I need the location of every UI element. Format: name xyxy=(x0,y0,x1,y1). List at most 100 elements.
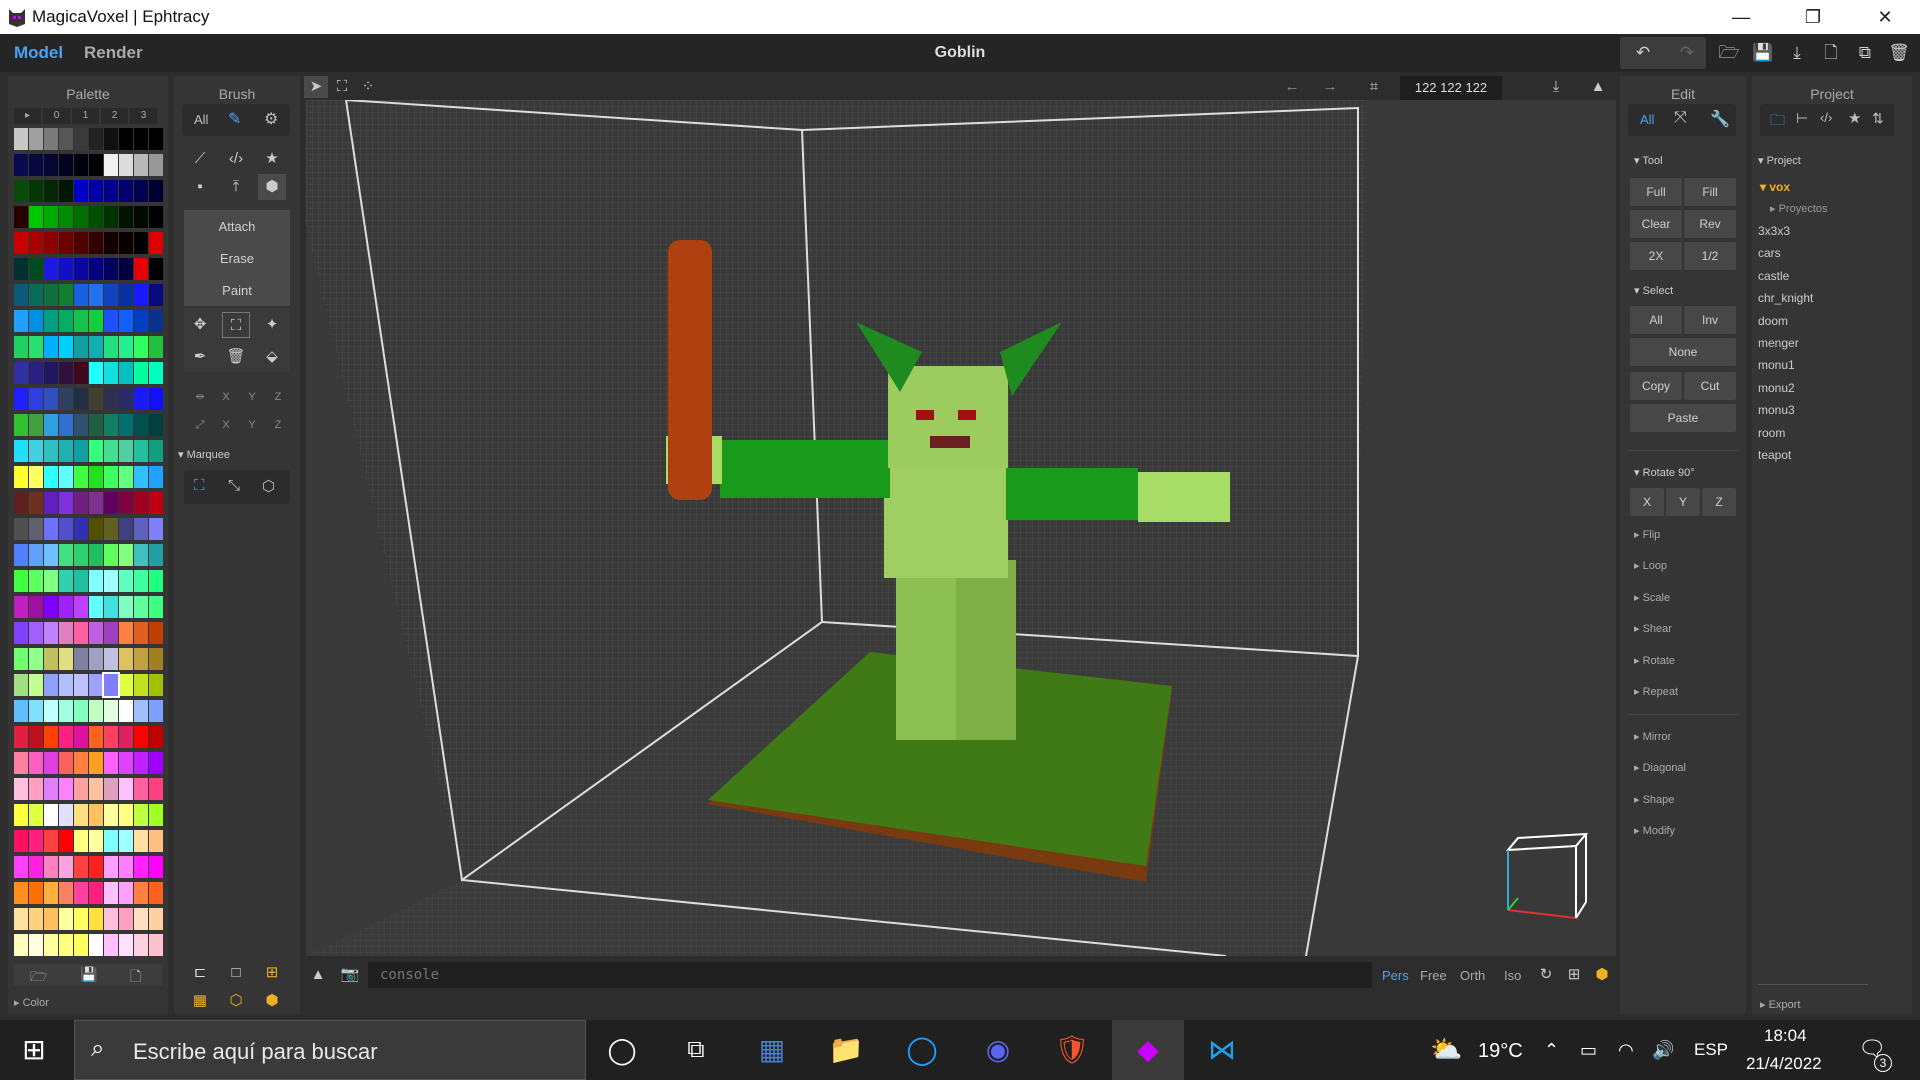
palette-swatch[interactable] xyxy=(104,492,118,514)
palette-swatch[interactable] xyxy=(74,492,88,514)
palette-swatch[interactable] xyxy=(29,180,43,202)
palette-swatch[interactable] xyxy=(134,180,148,202)
half-button[interactable]: 1/2 xyxy=(1684,242,1736,270)
palette-swatch[interactable] xyxy=(119,284,133,306)
palette-swatch[interactable] xyxy=(119,544,133,566)
palette-swatch[interactable] xyxy=(104,700,118,722)
palette-swatch[interactable] xyxy=(14,830,28,852)
palette-swatch[interactable] xyxy=(89,596,103,618)
palette-swatch[interactable] xyxy=(134,752,148,774)
palette-swatch[interactable] xyxy=(134,310,148,332)
double-button[interactable]: 2X xyxy=(1630,242,1682,270)
palette-swatch[interactable] xyxy=(29,466,43,488)
palette-swatch[interactable] xyxy=(149,414,163,436)
palette-swatch[interactable] xyxy=(29,596,43,618)
palette-swatch[interactable] xyxy=(89,388,103,410)
palette-swatch[interactable] xyxy=(44,414,58,436)
palette-swatch[interactable] xyxy=(104,934,118,956)
palette-swatch[interactable] xyxy=(104,440,118,462)
palette-swatch[interactable] xyxy=(14,414,28,436)
palette-swatch[interactable] xyxy=(134,206,148,228)
palette-swatch[interactable] xyxy=(89,206,103,228)
palette-swatch[interactable] xyxy=(14,934,28,956)
frame-select-icon[interactable]: ⛶ xyxy=(330,76,354,98)
palette-swatch[interactable] xyxy=(59,934,73,956)
box-brush-icon[interactable]: ⬢ xyxy=(258,174,286,200)
edit-wrench-icon[interactable]: 🔧 xyxy=(1710,109,1730,129)
palette-swatch[interactable] xyxy=(14,882,28,904)
export-icon[interactable]: ⤓ xyxy=(1784,40,1810,66)
mirror-x[interactable]: X xyxy=(212,384,240,410)
palette-swatch[interactable] xyxy=(59,804,73,826)
palette-swatch[interactable] xyxy=(89,674,103,696)
palette-swatch[interactable] xyxy=(29,232,43,254)
palette-swatch[interactable] xyxy=(149,700,163,722)
rev-button[interactable]: Rev xyxy=(1684,210,1736,238)
palette-swatch[interactable] xyxy=(104,622,118,644)
palette-swatch[interactable] xyxy=(74,752,88,774)
palette-swatch[interactable] xyxy=(29,492,43,514)
grid-toggle-icon[interactable]: ⊞ xyxy=(1560,962,1588,988)
palette-swatch[interactable] xyxy=(14,362,28,384)
palette-swatch[interactable] xyxy=(14,544,28,566)
redo-icon[interactable]: ↷ xyxy=(1674,40,1700,66)
palette-swatch[interactable] xyxy=(74,518,88,540)
palette-swatch[interactable] xyxy=(74,622,88,644)
palette-swatch[interactable] xyxy=(134,518,148,540)
palette-swatch[interactable] xyxy=(44,544,58,566)
palette-swatch[interactable] xyxy=(89,518,103,540)
palette-swatch[interactable] xyxy=(89,414,103,436)
palette-swatch[interactable] xyxy=(29,700,43,722)
palette-swatch[interactable] xyxy=(74,596,88,618)
paste-button[interactable]: Paste xyxy=(1630,404,1736,432)
mirror-axes-icon[interactable]: ⇹ xyxy=(186,384,214,410)
palette-swatch[interactable] xyxy=(44,180,58,202)
palette-swatch[interactable] xyxy=(119,856,133,878)
palette-swatch[interactable] xyxy=(119,258,133,280)
palette-swatch[interactable] xyxy=(44,648,58,670)
palette-swatch[interactable] xyxy=(104,570,118,592)
section-modify[interactable]: ▸ Modify xyxy=(1634,824,1675,837)
palette-swatch[interactable] xyxy=(149,934,163,956)
palette-swatch[interactable] xyxy=(149,336,163,358)
palette-swatch[interactable] xyxy=(44,466,58,488)
tray-chevron-icon[interactable]: ⌃ xyxy=(1544,1040,1559,1061)
axis-lock-icon[interactable]: ⤢ xyxy=(186,412,214,438)
vox-folder[interactable]: ▾ vox xyxy=(1760,180,1790,194)
palette-swatch[interactable] xyxy=(104,856,118,878)
palette-swatch[interactable] xyxy=(44,388,58,410)
cut-button[interactable]: Cut xyxy=(1684,372,1736,400)
palette-swatch[interactable] xyxy=(14,570,28,592)
palette-swatch[interactable] xyxy=(14,336,28,358)
palette-swatch[interactable] xyxy=(134,466,148,488)
tab-model[interactable]: Model xyxy=(14,43,63,63)
palette-swatch[interactable] xyxy=(14,258,28,280)
tool-section-toggle[interactable]: ▾ Tool xyxy=(1634,154,1663,167)
palette-swatch[interactable] xyxy=(89,310,103,332)
palette-swatch[interactable] xyxy=(59,336,73,358)
code-brush-icon[interactable]: ‹/› xyxy=(222,146,250,172)
palette-swatch[interactable] xyxy=(149,570,163,592)
palette-swatch[interactable] xyxy=(29,830,43,852)
palette-swatch[interactable] xyxy=(104,310,118,332)
palette-swatch[interactable] xyxy=(89,544,103,566)
rotate90-section-toggle[interactable]: ▾ Rotate 90° xyxy=(1634,466,1695,479)
palette-swatch[interactable] xyxy=(59,440,73,462)
eyedropper-icon[interactable]: ✒ xyxy=(186,344,214,370)
attach-button[interactable]: Attach xyxy=(184,212,290,242)
palette-swatch[interactable] xyxy=(14,284,28,306)
palette-swatch[interactable] xyxy=(74,830,88,852)
maximize-button[interactable]: ❐ xyxy=(1784,0,1842,34)
palette-swatch[interactable] xyxy=(149,388,163,410)
palette-swatch[interactable] xyxy=(149,466,163,488)
palette-swatch[interactable] xyxy=(134,934,148,956)
palette-swatch[interactable] xyxy=(149,128,163,150)
palette-swatch[interactable] xyxy=(104,648,118,670)
palette-swatch[interactable] xyxy=(134,648,148,670)
section-shear[interactable]: ▸ Shear xyxy=(1634,622,1672,635)
palette-swatch[interactable] xyxy=(29,154,43,176)
palette-swatch[interactable] xyxy=(89,258,103,280)
copy-file-icon[interactable]: ⧉ xyxy=(1852,40,1878,66)
palette-swatch[interactable] xyxy=(89,804,103,826)
palette-swatch[interactable] xyxy=(44,570,58,592)
